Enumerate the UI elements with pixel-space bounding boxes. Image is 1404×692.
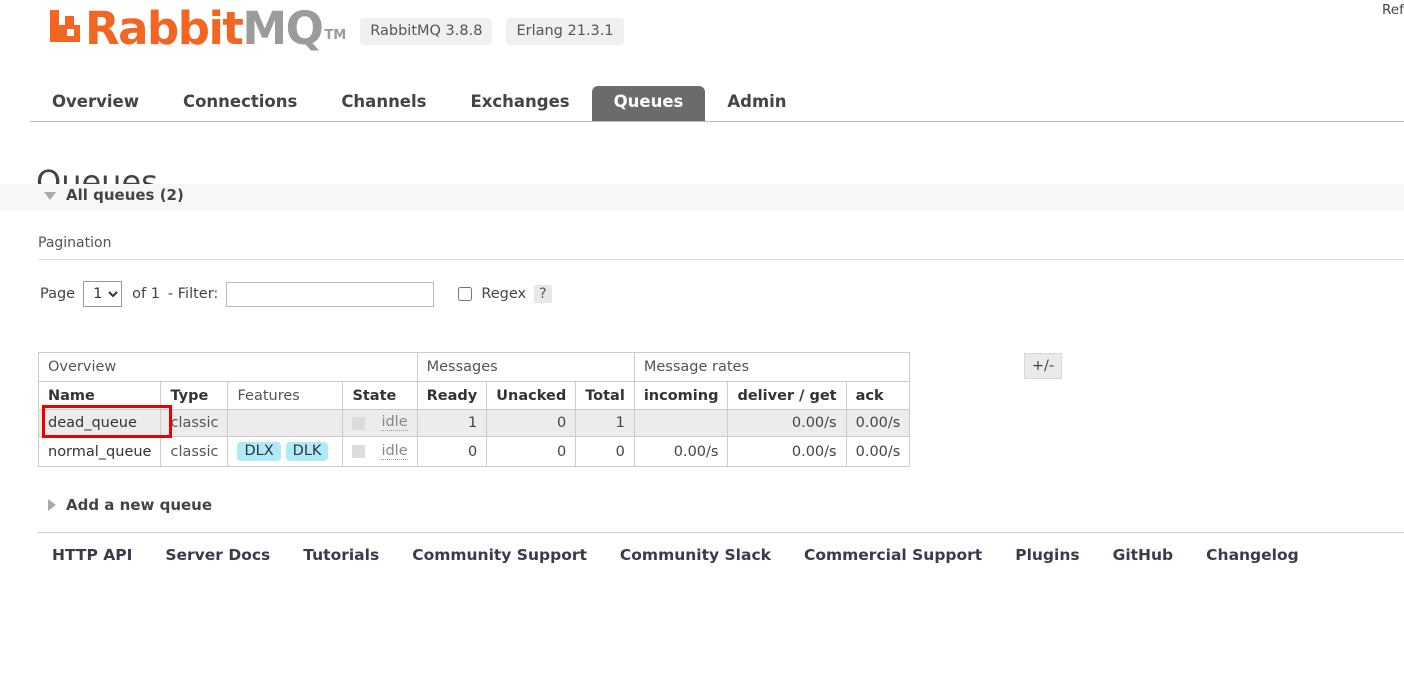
queue-deliver-get-rate: 0.00/s — [727, 436, 847, 467]
queue-ack-rate: 0.00/s — [845, 436, 911, 467]
queue-ready: 0 — [416, 436, 488, 467]
main-navigation: Overview Connections Channels Exchanges … — [30, 82, 1404, 122]
queue-total: 0 — [575, 436, 635, 467]
table-row[interactable]: normal_queue classic DLX DLK idle 0 0 0 0… — [37, 436, 911, 467]
tab-overview[interactable]: Overview — [30, 86, 161, 121]
table-row[interactable]: dead_queue classic idle 1 0 1 0.00/s 0.0… — [37, 409, 911, 437]
footer-link-community-slack[interactable]: Community Slack — [620, 546, 771, 564]
pagination-controls: Page 1 of 1 - Filter: Regex ? — [40, 281, 552, 307]
filter-label: - Filter: — [167, 286, 219, 302]
rabbitmq-logo[interactable]: Rabbit MQ TM RabbitMQ 3.8.8 Erlang 21.3.1 — [48, 2, 624, 55]
logo-text-rabbit: Rabbit — [85, 2, 244, 55]
regex-label: Regex — [481, 286, 527, 302]
column-header-features[interactable]: Features — [227, 381, 344, 410]
table-group-header-row: Overview Messages Message rates — [38, 352, 911, 382]
toggle-columns-button[interactable]: +/- — [1024, 353, 1062, 379]
tab-exchanges[interactable]: Exchanges — [448, 86, 591, 121]
queue-incoming-rate: 0.00/s — [633, 436, 729, 467]
feature-tag-dlk[interactable]: DLK — [285, 442, 329, 461]
queues-table-body: dead_queue classic idle 1 0 1 0.00/s 0.0… — [37, 409, 911, 467]
queue-state: idle — [342, 436, 418, 467]
column-header-unacked[interactable]: Unacked — [486, 381, 577, 410]
all-queues-label: All queues (2) — [66, 186, 184, 204]
footer-link-tutorials[interactable]: Tutorials — [303, 546, 379, 564]
feature-tag-dlx[interactable]: DLX — [237, 442, 281, 461]
queue-features: DLX DLK — [227, 436, 344, 467]
logo-trademark: TM — [324, 28, 347, 43]
queue-total: 1 — [575, 409, 635, 437]
queue-deliver-get-rate: 0.00/s — [727, 409, 847, 437]
footer-link-http-api[interactable]: HTTP API — [52, 546, 132, 564]
queue-ack-rate: 0.00/s — [845, 409, 911, 437]
page-label: Page — [40, 286, 76, 302]
app-header: Rabbit MQ TM RabbitMQ 3.8.8 Erlang 21.3.1 — [0, 0, 1404, 72]
queue-type: classic — [160, 436, 229, 467]
chevron-right-icon — [48, 499, 56, 511]
pagination-divider — [38, 259, 1404, 260]
queues-table: Overview Messages Message rates Name Typ… — [37, 352, 911, 467]
queue-name-normal-queue[interactable]: normal_queue — [37, 436, 162, 467]
logo-text-mq: MQ — [242, 2, 324, 55]
page-select[interactable]: 1 — [83, 281, 123, 307]
footer-link-server-docs[interactable]: Server Docs — [165, 546, 270, 564]
queue-state: idle — [342, 409, 418, 437]
table-column-header-row: Name Type Features State Ready Unacked T… — [37, 381, 911, 410]
regex-help-icon[interactable]: ? — [534, 285, 552, 303]
column-header-incoming[interactable]: incoming — [633, 381, 729, 410]
queue-type: classic — [160, 409, 229, 437]
queue-ready: 1 — [416, 409, 488, 437]
column-header-ack[interactable]: ack — [845, 381, 911, 410]
chevron-down-icon — [44, 192, 56, 200]
footer-link-plugins[interactable]: Plugins — [1015, 546, 1079, 564]
regex-checkbox[interactable] — [458, 287, 473, 301]
queue-unacked: 0 — [486, 436, 577, 467]
group-header-overview: Overview — [38, 352, 418, 382]
tab-queues[interactable]: Queues — [591, 86, 706, 121]
column-header-type[interactable]: Type — [160, 381, 229, 410]
add-new-queue-toggle[interactable]: Add a new queue — [48, 496, 212, 514]
group-header-message-rates: Message rates — [633, 352, 911, 382]
column-header-state[interactable]: State — [342, 381, 418, 410]
column-header-name[interactable]: Name — [37, 381, 162, 410]
page-total-label: of 1 — [132, 286, 160, 302]
queue-unacked: 0 — [486, 409, 577, 437]
state-indicator-icon — [352, 416, 366, 430]
footer-divider — [38, 532, 1404, 533]
queues-table-head: Overview Messages Message rates Name Typ… — [37, 352, 911, 410]
footer-link-changelog[interactable]: Changelog — [1206, 546, 1299, 564]
column-header-total[interactable]: Total — [575, 381, 635, 410]
footer-links: HTTP API Server Docs Tutorials Community… — [52, 546, 1299, 564]
state-indicator-icon — [352, 445, 366, 458]
tab-connections[interactable]: Connections — [161, 86, 319, 121]
regex-control: Regex ? — [458, 285, 552, 303]
tab-admin[interactable]: Admin — [705, 86, 808, 121]
filter-input[interactable] — [226, 281, 435, 307]
footer-link-github[interactable]: GitHub — [1113, 546, 1174, 564]
add-new-queue-label: Add a new queue — [66, 496, 213, 514]
state-label: idle — [381, 414, 408, 431]
rabbitmq-version-badge: RabbitMQ 3.8.8 — [360, 18, 493, 45]
column-header-deliver-get[interactable]: deliver / get — [727, 381, 847, 410]
footer-link-commercial-support[interactable]: Commercial Support — [804, 546, 982, 564]
column-header-ready[interactable]: Ready — [416, 381, 488, 410]
state-label: idle — [381, 442, 408, 460]
rabbitmq-logo-icon — [48, 8, 82, 44]
queue-incoming-rate — [633, 409, 729, 437]
nav-tab-list: Overview Connections Channels Exchanges … — [30, 82, 1404, 121]
queue-name-dead-queue[interactable]: dead_queue — [37, 409, 162, 437]
footer-link-community-support[interactable]: Community Support — [412, 546, 587, 564]
all-queues-band — [0, 184, 1404, 211]
all-queues-toggle[interactable]: All queues (2) — [44, 186, 184, 204]
erlang-version-badge: Erlang 21.3.1 — [506, 18, 624, 45]
pagination-section-label: Pagination — [38, 235, 112, 251]
tab-channels[interactable]: Channels — [319, 86, 448, 121]
group-header-messages: Messages — [416, 352, 635, 382]
queue-features — [227, 409, 344, 437]
